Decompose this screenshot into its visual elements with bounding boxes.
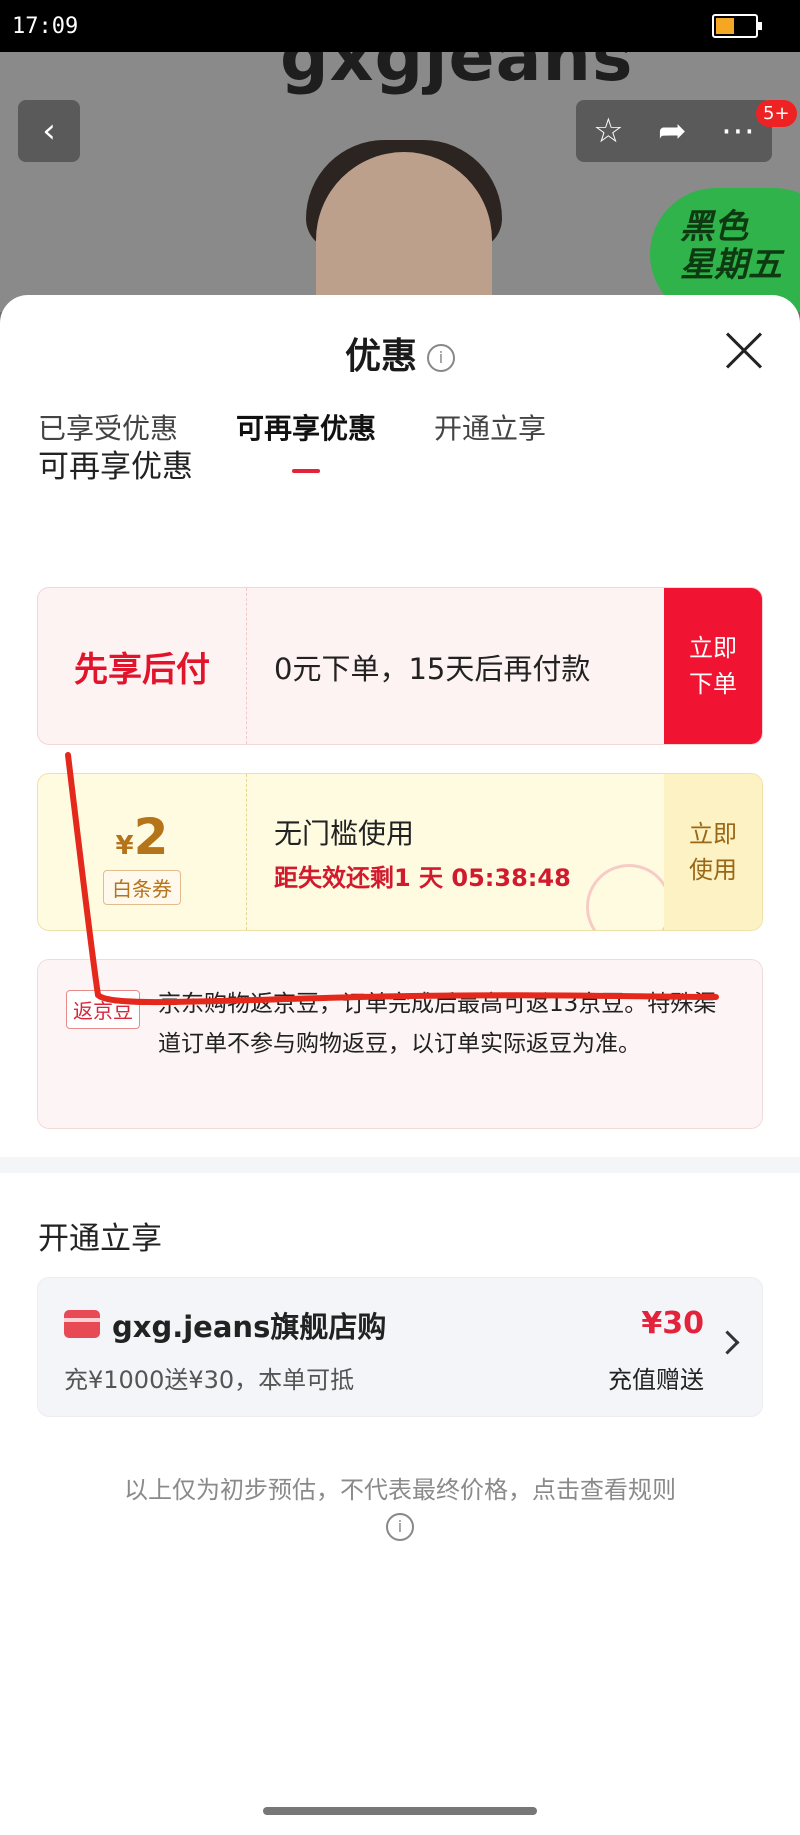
coupon-card[interactable]: ¥2 白条券 无门槛使用 距失效还剩1 天 05:38:48 立即 使用	[37, 773, 763, 931]
status-time: 17:09	[12, 14, 79, 39]
coupon-value: ¥2 白条券	[38, 774, 247, 930]
recharge-desc: 充¥1000送¥30，本单可抵	[64, 1366, 355, 1394]
bnpl-text: 0元下单，15天后再付款	[274, 652, 591, 686]
use-now-button[interactable]: 立即 使用	[664, 774, 762, 930]
battery-icon	[712, 14, 762, 38]
store-recharge-card[interactable]: gxg.jeans旗舰店购 充¥1000送¥30，本单可抵 ¥30 充值赠送	[37, 1277, 763, 1417]
order-now-button[interactable]: 立即 下单	[664, 588, 762, 744]
sheet-title: 优惠	[344, 336, 417, 377]
bonus-label: 充值赠送	[608, 1366, 704, 1394]
tab-open[interactable]: 开通立享	[434, 407, 546, 447]
more-icon[interactable]: ⋯	[721, 111, 755, 151]
rules-note-text: 以上仅为初步预估，不代表最终价格，点击查看规则	[124, 1476, 676, 1504]
brand-logo: gxgjeans	[280, 52, 634, 97]
bnpl-card[interactable]: 先享后付 0元下单，15天后再付款 立即 下单	[37, 587, 763, 745]
promo-sticker[interactable]: 黑色 星期五	[650, 188, 800, 312]
beans-tag: 返京豆	[66, 990, 140, 1029]
coupon-title: 无门槛使用	[274, 817, 415, 850]
section-title-open: 开通立享	[38, 1221, 162, 1257]
share-icon[interactable]: ➦	[658, 111, 687, 151]
product-page-backdrop: gxgjeans ‹ ☆ ➦ ⋯ 5+ 黑色 星期五	[0, 52, 800, 312]
coupon-amount: 2	[133, 808, 169, 866]
promo-text: 黑色 星期五	[680, 207, 782, 285]
chevron-right-icon	[715, 1330, 740, 1355]
card-icon	[64, 1310, 100, 1338]
tab-available[interactable]: 可再享优惠	[236, 407, 376, 473]
info-icon[interactable]: i	[427, 344, 455, 372]
chevron-left-icon: ‹	[42, 111, 56, 151]
star-icon[interactable]: ☆	[593, 111, 623, 151]
received-stamp	[586, 864, 672, 930]
jd-beans-card: 返京豆 京东购物返京豆，订单完成后最高可返13京豆。特殊渠道订单不参与购物返豆，…	[37, 959, 763, 1129]
message-badge: 5+	[756, 100, 797, 127]
top-actions[interactable]: ☆ ➦ ⋯	[576, 100, 772, 162]
coupon-currency: ¥	[115, 831, 134, 861]
discount-sheet: 优惠 i 已享受优惠 可再享优惠 开通立享 可再享优惠 先享后付 0元下单，15天…	[0, 295, 800, 1835]
status-bar: 17:09	[0, 0, 800, 52]
section-divider	[0, 1157, 800, 1173]
rules-note[interactable]: 以上仅为初步预估，不代表最终价格，点击查看规则 i	[0, 1473, 800, 1541]
store-name: gxg.jeans旗舰店购	[112, 1310, 387, 1344]
section-title-available: 可再享优惠	[38, 449, 193, 485]
home-indicator[interactable]	[263, 1807, 537, 1815]
back-button[interactable]: ‹	[18, 100, 80, 162]
rules-info-icon[interactable]: i	[386, 1513, 414, 1541]
coupon-type-tag: 白条券	[103, 870, 181, 905]
close-button[interactable]	[724, 331, 764, 371]
sheet-header: 优惠 i	[0, 327, 800, 379]
order-now-label: 立即 下单	[689, 634, 737, 698]
coupon-expiry: 距失效还剩1 天 05:38:48	[274, 864, 571, 892]
bonus-amount: ¥30	[641, 1306, 704, 1341]
beans-text: 京东购物返京豆，订单完成后最高可返13京豆。特殊渠道订单不参与购物返豆，以订单实…	[158, 991, 717, 1057]
use-now-label: 立即 使用	[689, 820, 737, 884]
bnpl-tag: 先享后付	[38, 588, 247, 744]
